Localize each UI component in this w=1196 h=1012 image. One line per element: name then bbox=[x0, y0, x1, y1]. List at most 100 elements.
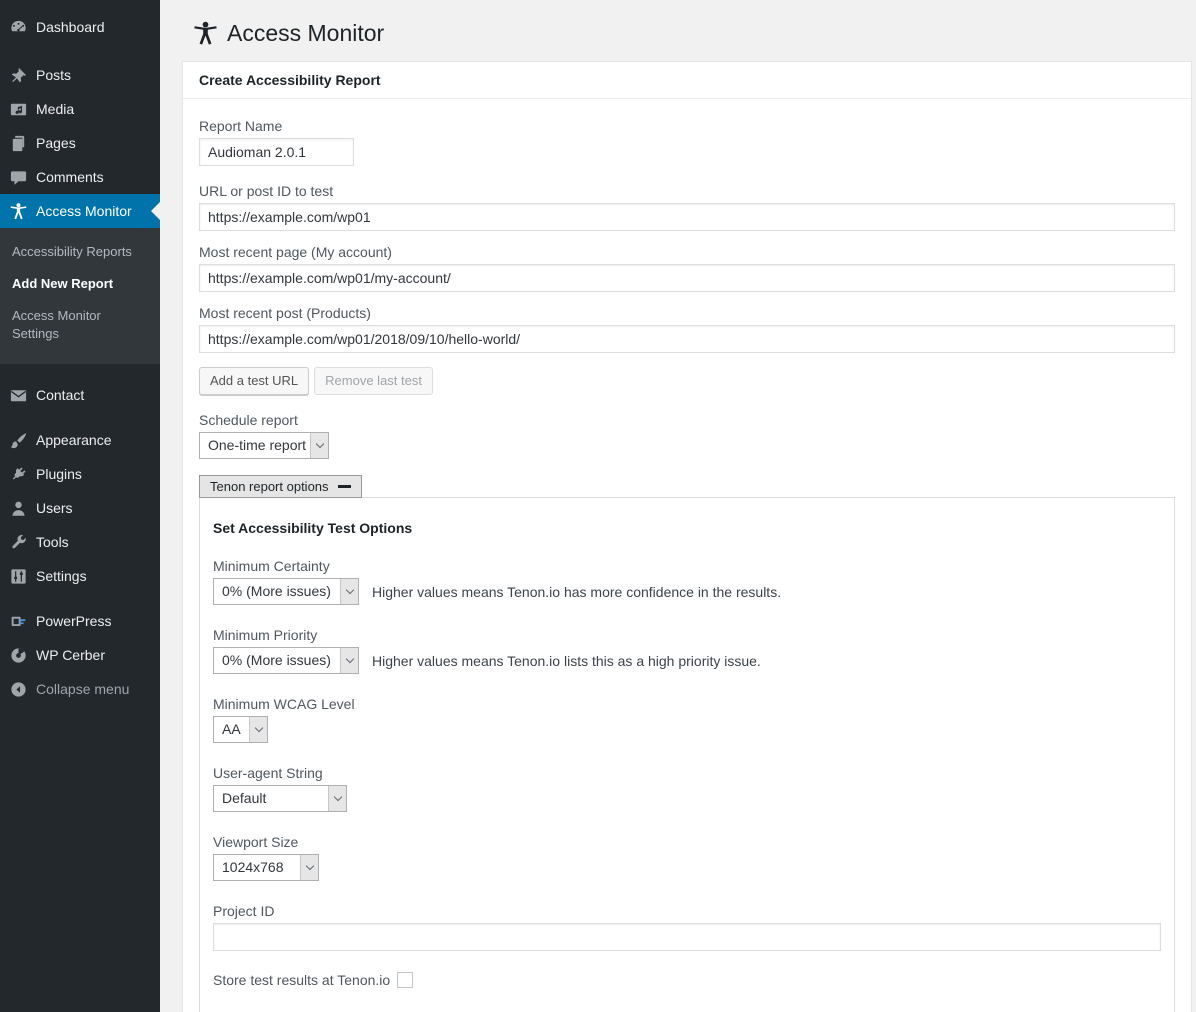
sidebar-item-appearance[interactable]: Appearance bbox=[0, 423, 160, 457]
user-agent-select[interactable]: Default bbox=[213, 785, 347, 812]
sidebar-item-dashboard[interactable]: Dashboard bbox=[0, 10, 160, 44]
sidebar-item-media[interactable]: Media bbox=[0, 92, 160, 126]
test-url-buttons: Add a test URL Remove last test bbox=[199, 367, 1175, 395]
report-name-input[interactable] bbox=[199, 138, 354, 166]
sidebar-item-contact[interactable]: Contact bbox=[0, 378, 160, 412]
media-icon bbox=[8, 99, 28, 119]
chevron-down-icon bbox=[310, 433, 328, 458]
create-report-form: Report Name URL or post ID to test Most … bbox=[183, 99, 1191, 1012]
pages-icon bbox=[8, 133, 28, 153]
sidebar-item-label: Settings bbox=[36, 568, 87, 584]
minimum-priority-note: Higher values means Tenon.io lists this … bbox=[372, 652, 761, 669]
universal-access-icon bbox=[8, 201, 28, 221]
sidebar-item-label: WP Cerber bbox=[36, 647, 105, 663]
minimum-certainty-group: Minimum Certainty 0% (More issues) Highe… bbox=[213, 558, 1161, 605]
user-icon bbox=[8, 498, 28, 518]
report-name-label: Report Name bbox=[199, 118, 283, 134]
viewport-size-group: Viewport Size 1024x768 bbox=[213, 834, 1161, 881]
remove-last-test-button[interactable]: Remove last test bbox=[314, 367, 433, 395]
active-menu-caret bbox=[151, 202, 160, 220]
submenu-item-access-monitor-settings[interactable]: Access Monitor Settings bbox=[0, 300, 160, 350]
main-content: Access Monitor Create Accessibility Repo… bbox=[160, 0, 1196, 1012]
viewport-size-select[interactable]: 1024x768 bbox=[213, 854, 319, 881]
sidebar-item-label: Contact bbox=[36, 387, 85, 403]
recent-post-input[interactable] bbox=[199, 325, 1175, 353]
user-agent-group: User-agent String Default bbox=[213, 765, 1161, 812]
menu-separator bbox=[0, 44, 160, 58]
sidebar-item-label: Posts bbox=[36, 67, 72, 83]
submenu-item-add-new-report[interactable]: Add New Report bbox=[0, 268, 160, 300]
sidebar-item-label: Pages bbox=[36, 135, 76, 151]
store-results-label: Store test results at Tenon.io bbox=[213, 972, 391, 988]
sidebar-item-powerpress[interactable]: PowerPress bbox=[0, 604, 160, 638]
envelope-icon bbox=[8, 385, 28, 405]
minus-icon bbox=[337, 485, 351, 488]
plug-icon bbox=[8, 464, 28, 484]
sidebar-item-plugins[interactable]: Plugins bbox=[0, 457, 160, 491]
sidebar-item-label: Media bbox=[36, 101, 75, 117]
minimum-certainty-select[interactable]: 0% (More issues) bbox=[213, 578, 359, 605]
viewport-size-value: 1024x768 bbox=[222, 859, 284, 875]
pin-icon bbox=[8, 65, 28, 85]
minimum-certainty-value: 0% (More issues) bbox=[222, 583, 331, 599]
chevron-down-icon bbox=[340, 648, 358, 673]
add-test-url-button[interactable]: Add a test URL bbox=[199, 367, 310, 395]
chevron-down-icon bbox=[328, 786, 346, 811]
sidebar-item-label: Comments bbox=[36, 169, 104, 185]
cerber-icon bbox=[8, 645, 28, 665]
sidebar-item-users[interactable]: Users bbox=[0, 491, 160, 525]
card-title: Create Accessibility Report bbox=[183, 62, 1191, 99]
recent-post-label: Most recent post (Products) bbox=[199, 305, 371, 321]
sidebar-item-collapse-menu[interactable]: Collapse menu bbox=[0, 672, 160, 706]
sidebar-item-label: Dashboard bbox=[36, 19, 105, 35]
minimum-wcag-label: Minimum WCAG Level bbox=[213, 696, 355, 712]
menu-separator bbox=[0, 412, 160, 423]
minimum-priority-value: 0% (More issues) bbox=[222, 652, 331, 668]
submenu-item-accessibility-reports[interactable]: Accessibility Reports bbox=[0, 236, 160, 268]
minimum-wcag-select[interactable]: AA bbox=[213, 716, 268, 743]
recent-page-label: Most recent page (My account) bbox=[199, 244, 392, 260]
store-results-checkbox[interactable] bbox=[397, 972, 414, 988]
test-url-input[interactable] bbox=[199, 203, 1175, 231]
sidebar-item-posts[interactable]: Posts bbox=[0, 58, 160, 92]
store-results-row: Store test results at Tenon.io bbox=[213, 972, 1161, 988]
sidebar-item-label: Users bbox=[36, 500, 73, 516]
minimum-priority-label: Minimum Priority bbox=[213, 627, 318, 643]
sidebar-item-label: Appearance bbox=[36, 432, 112, 448]
minimum-priority-select[interactable]: 0% (More issues) bbox=[213, 647, 359, 674]
tenon-report-options-toggle[interactable]: Tenon report options bbox=[199, 475, 362, 498]
sliders-icon bbox=[8, 566, 28, 586]
test-url-label: URL or post ID to test bbox=[199, 183, 334, 199]
panel-heading: Set Accessibility Test Options bbox=[213, 520, 413, 536]
sidebar-item-pages[interactable]: Pages bbox=[0, 126, 160, 160]
sidebar-item-label: Collapse menu bbox=[36, 681, 130, 697]
menu-separator bbox=[0, 364, 160, 378]
minimum-certainty-label: Minimum Certainty bbox=[213, 558, 330, 574]
schedule-report-select[interactable]: One-time report bbox=[199, 432, 329, 459]
user-agent-label: User-agent String bbox=[213, 765, 323, 781]
schedule-report-value: One-time report bbox=[208, 437, 307, 453]
schedule-report-label: Schedule report bbox=[199, 412, 298, 428]
sidebar-item-comments[interactable]: Comments bbox=[0, 160, 160, 194]
minimum-wcag-group: Minimum WCAG Level AA bbox=[213, 696, 1161, 743]
tenon-options-panel: Set Accessibility Test Options Minimum C… bbox=[199, 497, 1175, 1012]
admin-sidebar: Dashboard Posts Media Pages Comments Acc… bbox=[0, 0, 160, 1012]
user-agent-value: Default bbox=[222, 790, 267, 806]
sidebar-item-label: PowerPress bbox=[36, 613, 112, 629]
sidebar-item-settings[interactable]: Settings bbox=[0, 559, 160, 593]
tenon-toggle-label: Tenon report options bbox=[210, 479, 329, 494]
access-monitor-submenu: Accessibility Reports Add New Report Acc… bbox=[0, 228, 160, 364]
page-title-text: Access Monitor bbox=[227, 20, 385, 46]
page-title: Access Monitor bbox=[192, 20, 1192, 47]
powerpress-icon bbox=[8, 611, 28, 631]
sidebar-item-access-monitor[interactable]: Access Monitor bbox=[0, 194, 160, 228]
sidebar-item-wp-cerber[interactable]: WP Cerber bbox=[0, 638, 160, 672]
dashboard-icon bbox=[8, 17, 28, 37]
wrench-icon bbox=[8, 532, 28, 552]
sidebar-item-tools[interactable]: Tools bbox=[0, 525, 160, 559]
create-report-card: Create Accessibility Report Report Name … bbox=[182, 61, 1192, 1012]
recent-page-input[interactable] bbox=[199, 264, 1175, 292]
sidebar-item-label: Plugins bbox=[36, 466, 82, 482]
project-id-input[interactable] bbox=[213, 923, 1161, 951]
project-id-group: Project ID bbox=[213, 903, 1161, 951]
